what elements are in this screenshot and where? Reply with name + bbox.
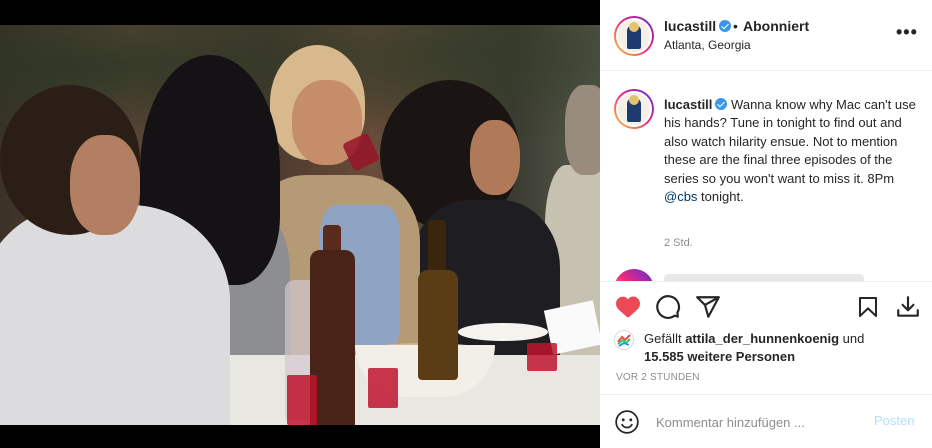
follow-status-button[interactable]: Abonniert bbox=[743, 18, 809, 34]
download-icon bbox=[897, 296, 919, 317]
profile-avatar[interactable] bbox=[614, 16, 654, 56]
photo-wine-cup bbox=[287, 375, 317, 425]
photo-wine-cup bbox=[527, 343, 557, 371]
photo-person-left bbox=[0, 205, 230, 425]
photo-bottle-brown bbox=[418, 270, 458, 380]
post-sidebar: lucastill • Abonniert Atlanta, Georgia •… bbox=[600, 0, 932, 448]
post-header: lucastill • Abonniert Atlanta, Georgia •… bbox=[600, 0, 932, 71]
post-caption: lucastill Wanna know why Mac can't use h… bbox=[664, 96, 919, 206]
liker-avatar-icon bbox=[614, 330, 634, 350]
heart-filled-icon bbox=[616, 296, 640, 318]
like-button[interactable] bbox=[614, 293, 642, 321]
add-comment-bar: Posten bbox=[600, 394, 932, 448]
photo-wine-cup bbox=[368, 368, 398, 408]
post-age[interactable]: VOR 2 STUNDEN bbox=[616, 372, 700, 383]
photo-person-left-face bbox=[70, 135, 140, 235]
likes-others-link[interactable]: 15.585 weitere Personen bbox=[644, 349, 795, 364]
header-username[interactable]: lucastill bbox=[664, 18, 716, 34]
photo-plate bbox=[458, 323, 548, 341]
caption-text-end: tonight. bbox=[697, 189, 744, 205]
bookmark-icon bbox=[859, 297, 877, 317]
photo-person-curly-face bbox=[470, 120, 520, 195]
header-separator: • bbox=[733, 18, 738, 34]
comment-button[interactable] bbox=[654, 293, 682, 321]
caption-username[interactable]: lucastill bbox=[664, 97, 712, 112]
post-photo[interactable] bbox=[0, 25, 600, 425]
next-comment-text bbox=[664, 274, 864, 281]
more-horizontal-icon[interactable]: ••• bbox=[896, 22, 918, 43]
location-link[interactable]: Atlanta, Georgia bbox=[664, 38, 751, 52]
emoji-button[interactable] bbox=[614, 409, 640, 435]
save-button[interactable] bbox=[854, 293, 882, 321]
comment-input[interactable] bbox=[656, 409, 856, 435]
verified-badge-icon bbox=[719, 20, 732, 32]
post-comment-button[interactable]: Posten bbox=[874, 413, 914, 428]
avatar-image bbox=[616, 91, 652, 127]
emoji-smiley-icon bbox=[615, 410, 639, 434]
action-bar bbox=[600, 283, 932, 331]
likes-text: Gefällt attila_der_hunnenkoenig und 15.58… bbox=[644, 330, 924, 366]
paper-plane-icon bbox=[696, 296, 720, 318]
instagram-post: lucastill • Abonniert Atlanta, Georgia •… bbox=[0, 0, 932, 448]
caption-timestamp[interactable]: 2 Std. bbox=[664, 237, 693, 249]
header-username-wrap[interactable]: lucastill bbox=[664, 18, 732, 34]
likes-joiner: und bbox=[839, 331, 865, 346]
verified-badge-icon bbox=[715, 98, 728, 110]
photo-bottle-brown-neck bbox=[428, 220, 446, 275]
photo-person-right-head bbox=[565, 85, 600, 175]
caption-avatar[interactable] bbox=[614, 89, 654, 129]
liker-avatar[interactable] bbox=[614, 330, 634, 350]
avatar-figure-head bbox=[629, 95, 639, 105]
likes-prefix: Gefällt bbox=[644, 331, 686, 346]
share-button[interactable] bbox=[694, 293, 722, 321]
photo-scene bbox=[0, 25, 600, 425]
liker-username-link[interactable]: attila_der_hunnenkoenig bbox=[685, 331, 839, 346]
avatar-image bbox=[616, 18, 652, 54]
caption-mention-link[interactable]: @cbs bbox=[664, 189, 697, 204]
comment-icon bbox=[656, 295, 681, 319]
avatar-figure-head bbox=[629, 22, 639, 32]
comments-section[interactable]: lucastill Wanna know why Mac can't use h… bbox=[600, 72, 932, 282]
next-comment-avatar[interactable] bbox=[614, 269, 654, 281]
download-button[interactable] bbox=[894, 293, 922, 321]
